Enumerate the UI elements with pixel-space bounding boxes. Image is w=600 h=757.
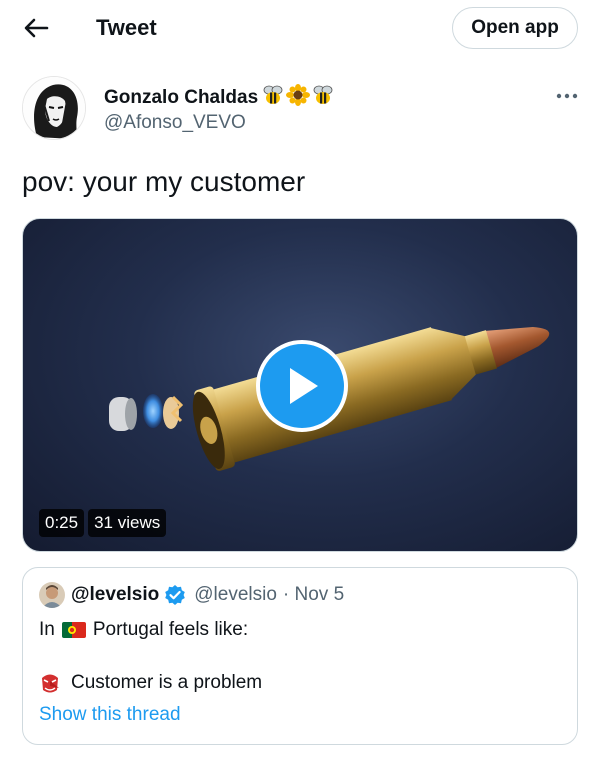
quoted-text-line2: Customer is a problem (39, 672, 262, 694)
quoted-avatar (39, 582, 65, 608)
verified-badge-icon (164, 584, 186, 606)
goblin-mask-icon (39, 672, 61, 694)
author-name-row: Gonzalo Chaldas (104, 84, 335, 111)
video-duration: 0:25 (39, 509, 85, 537)
play-icon (290, 368, 318, 404)
open-app-button[interactable]: Open app (452, 7, 578, 49)
more-options-icon[interactable] (552, 84, 582, 108)
sunflower-icon (286, 84, 311, 111)
quoted-text-line1: In Portugal feels like: (39, 619, 248, 641)
author-display-name[interactable]: Gonzalo Chaldas (104, 87, 258, 109)
quoted-date: · Nov 5 (282, 584, 345, 605)
portugal-flag-icon (61, 622, 86, 638)
quoted-tweet[interactable]: @levelsio @levelsio · Nov 5 In Portugal … (22, 567, 578, 745)
show-thread-link[interactable]: Show this thread (39, 704, 181, 726)
bee-icon (311, 84, 335, 111)
author-handle[interactable]: @Afonso_VEVO (104, 112, 246, 134)
bee-icon (261, 84, 285, 111)
video-info-badges: 0:25 31 views (39, 509, 167, 537)
play-button[interactable] (256, 340, 348, 432)
quoted-text-customer: Customer is a problem (71, 672, 263, 693)
back-arrow-icon[interactable] (20, 12, 52, 44)
top-bar: Tweet Open app (0, 0, 600, 56)
video-views: 31 views (88, 509, 167, 537)
quoted-text-before-flag: In (39, 619, 55, 640)
quoted-display-name: @levelsio (71, 584, 160, 605)
page-title: Tweet (96, 15, 157, 40)
quoted-handle: @levelsio (194, 584, 277, 605)
video-player[interactable]: 0:25 31 views (22, 218, 578, 552)
tweet-text: pov: your my customer (22, 166, 306, 197)
author-avatar[interactable] (22, 76, 86, 140)
quoted-tweet-header: @levelsio @levelsio · Nov 5 (39, 582, 344, 608)
quoted-text-after-flag: Portugal feels like: (92, 619, 249, 640)
tweet-author: Gonzalo Chaldas @Afonso_VEVO (22, 76, 582, 146)
